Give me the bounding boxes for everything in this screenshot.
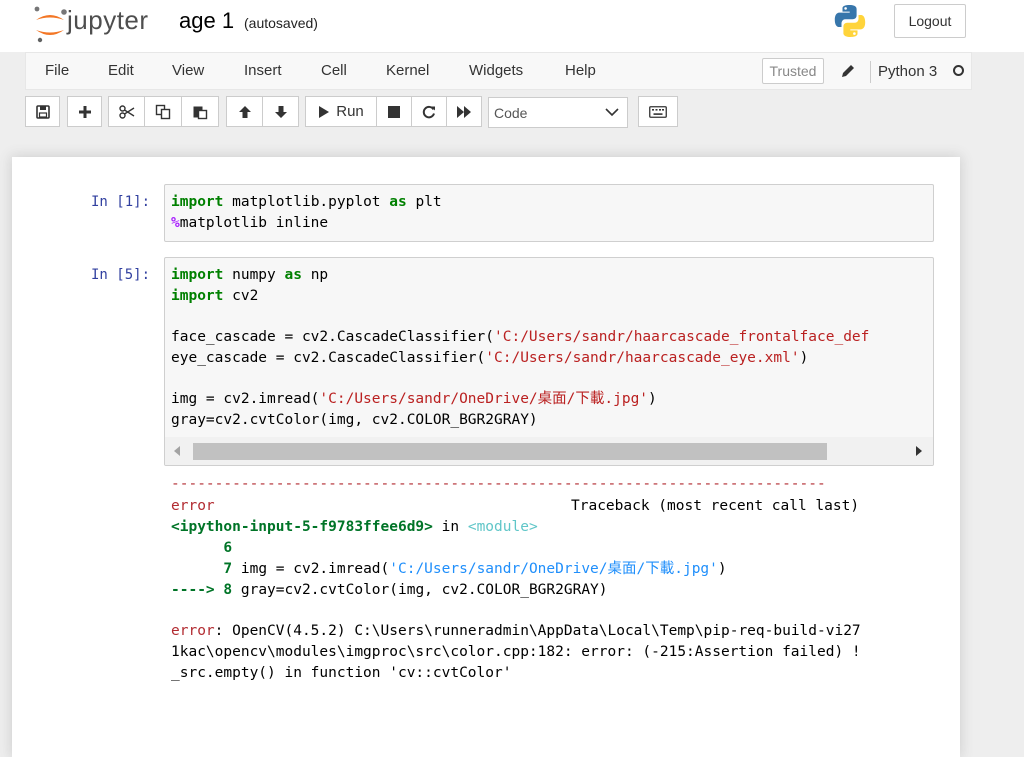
copy-button[interactable] [144, 96, 182, 127]
save-icon [35, 104, 50, 119]
code-keyword: as [389, 194, 407, 210]
code-cell-input[interactable]: import matplotlib.pyplot as plt %matplot… [164, 184, 934, 242]
jupyter-logo-text: jupyter [67, 5, 149, 35]
scrollbar-thumb[interactable] [193, 443, 827, 460]
code-keyword: import [171, 194, 224, 210]
error-name: error [171, 498, 215, 514]
cut-button[interactable] [108, 96, 145, 127]
divider [870, 61, 871, 83]
line-code-end: ) [717, 561, 727, 577]
stop-icon [388, 105, 400, 118]
cell-prompt: In [5]: [91, 267, 151, 283]
traceback-line: 7 img = cv2.imread('C:/Users/sandr/OneDr… [171, 559, 727, 580]
module-ref: <module> [467, 519, 538, 535]
arrow-down-icon [274, 105, 287, 118]
code-string: 'C:/Users/sandr/OneDrive/桌面/下載.jpg' [319, 391, 649, 408]
line-string: 'C:/Users/sandr/OneDrive/桌面/下載.jpg' [389, 561, 718, 577]
plus-icon [78, 105, 91, 118]
traceback-header: error Traceback (most recent call last) [171, 496, 859, 517]
kernel-name: Python 3 [878, 63, 938, 80]
cell-prompt: In [1]: [91, 194, 151, 210]
restart-icon [422, 105, 435, 118]
move-down-button[interactable] [262, 96, 299, 127]
error-message-line: error: OpenCV(4.5.2) C:\Users\runneradmi… [171, 621, 861, 642]
menu-help[interactable]: Help [565, 62, 596, 79]
scroll-right-icon[interactable] [916, 446, 922, 456]
in-word: in [441, 519, 460, 535]
copy-icon [155, 104, 171, 119]
code-keyword: as [284, 267, 302, 283]
menu-file[interactable]: File [45, 62, 69, 79]
line-number: 8 [223, 582, 233, 598]
error-message-line: 1kac\opencv\modules\imgproc\src\color.cp… [171, 644, 861, 660]
arrow-up-icon [238, 105, 251, 118]
error-text: : OpenCV(4.5.2) C:\Users\runneradmin\App… [214, 623, 861, 639]
autosave-status: (autosaved) [244, 15, 318, 31]
current-line-arrow: ----> [171, 582, 215, 598]
menu-edit[interactable]: Edit [108, 62, 134, 79]
code-string: 'C:/Users/sandr/haarcascade_eye.xml' [485, 349, 800, 366]
menu-view[interactable]: View [172, 62, 204, 79]
line-code: img = cv2.imread( [240, 561, 390, 577]
cell-type-select[interactable]: Code [488, 97, 628, 128]
menu-widgets[interactable]: Widgets [469, 62, 523, 79]
menubar: File Edit View Insert Cell Kernel Widget… [25, 52, 972, 90]
code-text: import numpy as np import cv2 face_casca… [171, 267, 870, 428]
traceback-line: 6 [171, 538, 232, 559]
fast-forward-icon [457, 105, 471, 118]
cell-type-value: Code [494, 105, 528, 121]
line-code: gray=cv2.cvtColor(img, cv2.COLOR_BGR2GRA… [240, 582, 608, 598]
traceback-location: <ipython-input-5-f9783ffee6d9> in <modul… [171, 517, 538, 538]
logout-button[interactable]: Logout [894, 4, 966, 38]
move-up-button[interactable] [226, 96, 263, 127]
notebook-name[interactable]: age 1 [179, 8, 234, 34]
pencil-icon[interactable] [840, 63, 856, 79]
paste-icon [193, 106, 208, 119]
cut-icon [118, 104, 134, 119]
python-logo [834, 5, 866, 37]
code-text: import matplotlib.pyplot as plt %matplot… [171, 194, 442, 231]
line-number: 7 [223, 561, 233, 577]
line-number: 6 [223, 540, 233, 556]
code-string: 'C:/Users/sandr/haarcascade_frontalface_… [494, 329, 870, 346]
restart-button[interactable] [411, 96, 447, 127]
header: jupyter age 1 (autosaved) Logout [0, 0, 1024, 52]
horizontal-scrollbar[interactable] [165, 437, 933, 465]
code-keyword: import [171, 287, 224, 304]
trusted-indicator[interactable]: Trusted [762, 58, 824, 84]
menu-kernel[interactable]: Kernel [386, 62, 429, 79]
save-button[interactable] [25, 96, 60, 127]
traceback-title: Traceback (most recent call last) [571, 498, 860, 514]
keyboard-icon [649, 105, 667, 118]
insert-cell-button[interactable] [67, 96, 102, 127]
code-cell-input[interactable]: import numpy as np import cv2 face_casca… [164, 257, 934, 466]
run-button[interactable]: Run [305, 96, 377, 127]
interrupt-button[interactable] [376, 96, 412, 127]
code-keyword: import [171, 267, 224, 283]
traceback-line-current: ----> 8 gray=cv2.cvtColor(img, cv2.COLOR… [171, 580, 608, 601]
run-label: Run [336, 103, 364, 120]
run-all-button[interactable] [446, 96, 482, 127]
kernel-idle-icon [953, 65, 964, 76]
run-icon [319, 105, 330, 118]
scroll-left-icon[interactable] [174, 446, 180, 456]
input-ref: <ipython-input-5-f9783ffee6d9> [171, 519, 433, 535]
error-label: error [171, 623, 215, 639]
code-magic-prefix: % [171, 214, 180, 231]
command-palette-button[interactable] [638, 96, 678, 127]
error-message-line: _src.empty() in function 'cv::cvtColor' [171, 665, 512, 681]
menu-insert[interactable]: Insert [244, 62, 282, 79]
chevron-down-icon [605, 108, 619, 117]
traceback-separator: ----------------------------------------… [171, 476, 826, 492]
paste-button[interactable] [181, 96, 219, 127]
menu-cell[interactable]: Cell [321, 62, 347, 79]
